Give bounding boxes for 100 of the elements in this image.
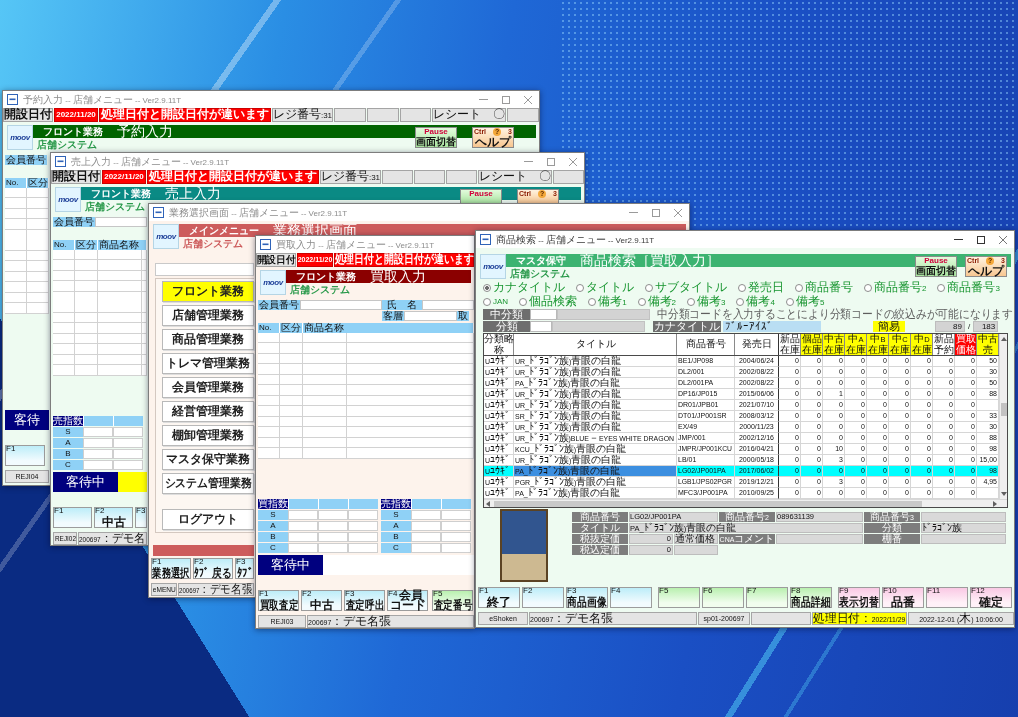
vertical-scrollbar[interactable] — [999, 334, 1007, 499]
radio-icon[interactable] — [864, 283, 872, 292]
function-key[interactable]: F5 査定番号 — [432, 590, 473, 611]
scroll-right-icon[interactable] — [993, 500, 997, 507]
radio-icon[interactable] — [736, 297, 745, 306]
input-field[interactable] — [300, 300, 382, 310]
screen-switch-button[interactable]: Pause 画面切替 — [915, 256, 957, 277]
table-cell — [348, 543, 378, 553]
radio-option[interactable]: カナタイトル — [483, 281, 565, 294]
column-header[interactable]: 中古在庫 — [823, 334, 845, 355]
function-key[interactable]: F3 — [135, 507, 147, 528]
function-key[interactable]: F1 — [53, 507, 92, 528]
input-field[interactable] — [155, 263, 254, 276]
function-key[interactable]: F3 査定呼出 — [344, 590, 385, 611]
function-key[interactable]: F7 — [746, 587, 788, 608]
input-field[interactable] — [95, 217, 147, 227]
radio-option[interactable]: 備考3 — [687, 295, 726, 308]
menu-button[interactable]: 商品管理業務 — [162, 329, 254, 350]
function-key[interactable]: F1 — [5, 445, 45, 466]
radio-icon[interactable] — [937, 283, 946, 292]
app-icon — [480, 234, 491, 245]
function-key[interactable]: F4 — [610, 587, 652, 608]
input-field[interactable] — [530, 309, 557, 320]
radio-option[interactable]: 備考2 — [637, 295, 677, 308]
menu-button[interactable]: 棚卸管理業務 — [162, 425, 254, 446]
function-key[interactable]: F1 業務選択 — [151, 558, 191, 579]
menu-button[interactable]: マスタ保守業務 — [162, 449, 254, 470]
scroll-down-icon[interactable] — [1000, 492, 1007, 496]
info-cell: レジ番号:31 — [320, 170, 381, 184]
radio-option[interactable]: 備考4 — [736, 295, 775, 308]
input-field[interactable] — [422, 300, 474, 310]
radio-option[interactable]: JAN — [483, 295, 509, 308]
value-field: ﾄﾞﾗｺﾞﾝ族 — [921, 523, 1006, 533]
menu-button[interactable]: 経営管理業務 — [162, 401, 254, 422]
radio-icon[interactable] — [483, 297, 491, 306]
radio-icon[interactable] — [738, 283, 746, 292]
radio-option[interactable]: 商品番号2 — [864, 281, 927, 294]
function-key[interactable]: F10 品番 — [882, 587, 924, 608]
column-header[interactable]: 買取価格 — [955, 334, 977, 355]
radio-icon[interactable] — [519, 297, 528, 306]
column-header[interactable]: 中古売 — [977, 334, 999, 355]
radio-option[interactable]: 備考5 — [785, 295, 825, 308]
screen-switch-button[interactable]: Pause 画面切替 — [415, 127, 457, 148]
input-field[interactable] — [530, 321, 552, 332]
input-field[interactable]: ﾌﾞﾙｰｱｲｽﾞ — [723, 321, 821, 332]
menu-button[interactable]: 店舗管理業務 — [162, 305, 254, 326]
hint-text: 中分類コードを入力することにより分類コードの絞込みが可能になります — [657, 309, 1014, 320]
radio-icon[interactable] — [588, 297, 597, 306]
scroll-left-icon[interactable] — [486, 500, 490, 507]
radio-option[interactable]: 個品検索 — [519, 295, 578, 308]
radio-option[interactable]: タイトル — [576, 281, 634, 294]
radio-icon[interactable] — [795, 283, 803, 292]
radio-option[interactable]: サブタイトル — [645, 281, 727, 294]
radio-icon[interactable] — [645, 283, 653, 292]
radio-icon[interactable] — [576, 283, 584, 292]
radio-icon[interactable] — [483, 283, 491, 292]
function-key[interactable]: F1 終了 — [478, 587, 520, 608]
function-key[interactable]: F1 買取査定 — [258, 590, 299, 611]
function-key[interactable]: F2 中古 — [94, 507, 133, 528]
radio-icon[interactable] — [637, 297, 646, 306]
radio-option[interactable]: 発売日 — [738, 281, 784, 294]
close-icon[interactable] — [674, 208, 682, 217]
radio-icon[interactable] — [785, 297, 794, 306]
scroll-thumb[interactable] — [1000, 403, 1007, 416]
column-header[interactable]: 新品在庫 — [779, 334, 801, 355]
close-icon[interactable] — [524, 95, 532, 104]
column-header[interactable]: 個品在庫 — [801, 334, 823, 355]
scroll-up-icon[interactable] — [1000, 337, 1007, 341]
function-key[interactable]: F6 — [702, 587, 744, 608]
column-header[interactable]: 分類略称 — [484, 334, 514, 355]
function-key[interactable]: F12 確定 — [970, 587, 1012, 608]
input-field[interactable] — [404, 311, 457, 321]
function-key[interactable]: F11 — [926, 587, 968, 608]
column-header[interactable]: 新品予約 — [933, 334, 955, 355]
function-key[interactable]: F8 商品詳細 — [790, 587, 832, 608]
function-key[interactable]: F9 表示切替 — [838, 587, 880, 608]
radio-option[interactable]: 商品番号3 — [937, 281, 1000, 294]
radio-option[interactable]: 商品番号 — [795, 281, 853, 294]
table-cell — [83, 460, 113, 470]
module-title: フロント業務 — [296, 270, 356, 283]
horizontal-scrollbar[interactable] — [484, 499, 1007, 507]
function-key[interactable]: F2 — [522, 587, 564, 608]
maximize-icon[interactable] — [977, 235, 985, 244]
function-key[interactable]: F2 ﾀﾌﾞ 戻る — [193, 558, 233, 579]
close-icon[interactable] — [999, 235, 1007, 244]
function-key[interactable]: F3 商品画像 — [566, 587, 608, 608]
scroll-thumb[interactable] — [494, 500, 922, 507]
logout-button[interactable]: ログアウト — [162, 509, 254, 530]
function-key[interactable]: F3 ﾀﾌﾞ — [235, 558, 254, 579]
row-header: S — [381, 510, 411, 520]
radio-icon[interactable] — [687, 297, 696, 306]
menu-button[interactable]: トレマ管理業務 — [162, 353, 254, 374]
close-icon[interactable] — [569, 157, 577, 166]
menu-button[interactable]: フロント業務 — [162, 281, 254, 302]
menu-button[interactable]: 会員管理業務 — [162, 377, 254, 398]
row-header: S — [53, 427, 83, 437]
menu-button[interactable]: システム管理業務 — [162, 473, 254, 494]
radio-option[interactable]: 備考1 — [588, 295, 627, 308]
function-key[interactable]: F5 — [658, 587, 700, 608]
function-key[interactable]: F2 中古 — [301, 590, 342, 611]
